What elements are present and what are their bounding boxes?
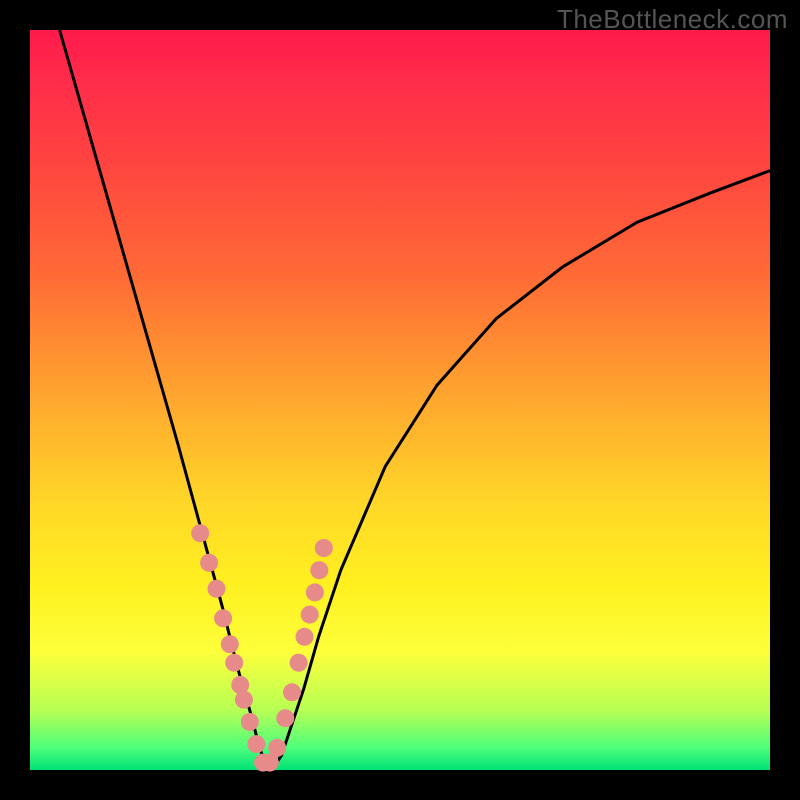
bottleneck-curve [60, 30, 770, 766]
marker-dot [241, 713, 259, 731]
marker-dot [276, 709, 294, 727]
watermark-text: TheBottleneck.com [557, 4, 788, 35]
marker-dot [306, 583, 324, 601]
curve-svg [30, 30, 770, 770]
marker-dot [214, 609, 232, 627]
marker-dot [208, 580, 226, 598]
marker-dot [315, 539, 333, 557]
marker-dot [296, 628, 314, 646]
plot-area [30, 30, 770, 770]
marker-dot [301, 606, 319, 624]
marker-dot [247, 735, 265, 753]
marker-dot [225, 654, 243, 672]
marker-dot [283, 683, 301, 701]
marker-dot [310, 561, 328, 579]
curve-path [60, 30, 770, 766]
marker-dot [200, 554, 218, 572]
marker-dot [221, 635, 239, 653]
curve-markers [191, 524, 333, 771]
marker-dot [235, 691, 253, 709]
marker-dot [290, 654, 308, 672]
chart-container: TheBottleneck.com [0, 0, 800, 800]
marker-dot [268, 739, 286, 757]
marker-dot [191, 524, 209, 542]
